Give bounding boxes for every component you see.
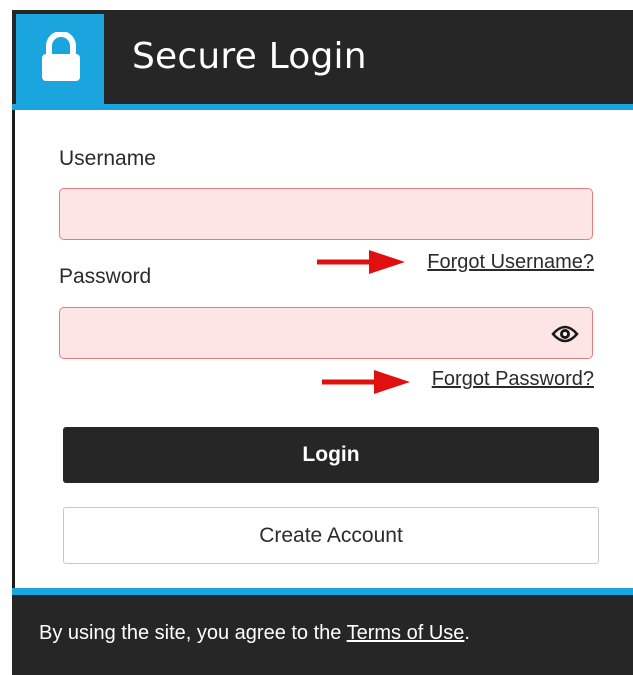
lock-icon [42,32,80,81]
lock-badge [16,14,104,104]
login-button[interactable]: Login [63,427,599,483]
terms-of-use-link[interactable]: Terms of Use [347,622,465,644]
eye-icon[interactable] [551,324,579,344]
terms-notice-end: . [464,622,470,644]
footer-bar: By using the site, you agree to the Term… [12,595,633,675]
username-input[interactable] [59,188,593,240]
right-arrow-icon [317,250,405,274]
login-window: Secure Login Username Forgot Username? P… [12,10,633,675]
login-form: Username Forgot Username? Password Forgo… [15,110,633,588]
forgot-username-link[interactable]: Forgot Username? [427,251,594,274]
create-account-button[interactable]: Create Account [63,507,599,564]
password-input[interactable] [59,307,593,359]
password-label: Password [59,265,152,288]
page-title: Secure Login [132,36,367,77]
username-label: Username [59,147,156,170]
right-arrow-icon [322,370,410,394]
forgot-password-link[interactable]: Forgot Password? [432,368,594,391]
terms-notice: By using the site, you agree to the Term… [39,622,470,645]
accent-strip-bottom [12,588,633,595]
header-bar: Secure Login [12,10,633,104]
terms-notice-text: By using the site, you agree to the [39,622,347,644]
